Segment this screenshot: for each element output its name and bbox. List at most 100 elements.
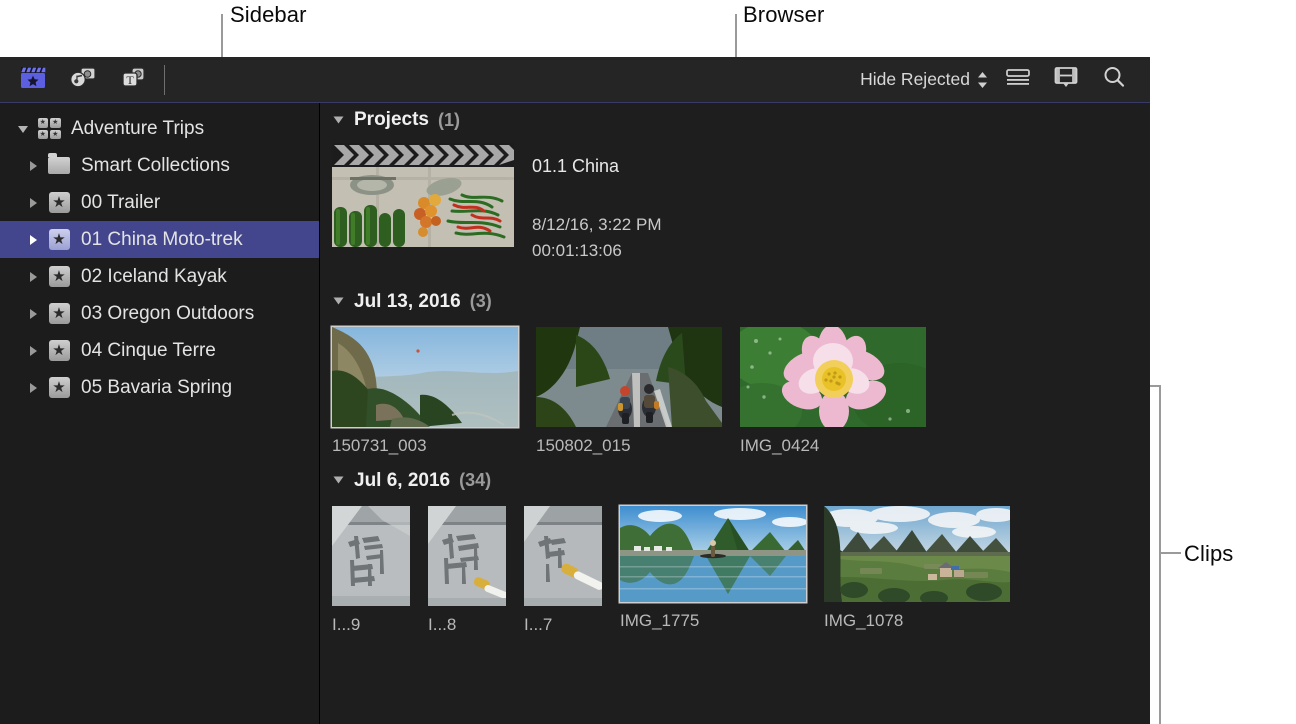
disclosure-triangle-open-icon[interactable] <box>332 294 345 309</box>
sidebar-item-05-bavaria-spring[interactable]: ★ 05 Bavaria Spring <box>0 369 319 406</box>
disclosure-triangle-closed-icon[interactable] <box>20 196 46 210</box>
chevron-updown-icon <box>977 71 988 89</box>
sidebar-item-01-china-moto-trek[interactable]: ★ 01 China Moto-trek <box>0 221 319 258</box>
photos-audio-button[interactable] <box>58 62 108 98</box>
disclosure-triangle-closed-icon[interactable] <box>20 233 46 247</box>
callout-bracket-clips-tick <box>1161 552 1181 554</box>
search-icon <box>1102 65 1126 94</box>
event-star-icon: ★ <box>46 340 72 362</box>
svg-text:T: T <box>126 73 134 87</box>
folder-icon <box>46 155 72 177</box>
event-star-icon: ★ <box>46 303 72 325</box>
sidebar-item-label: 01 China Moto-trek <box>81 229 243 251</box>
project-duration: 00:01:13:06 <box>532 238 661 264</box>
callout-leader-browser <box>735 14 737 58</box>
clip-name: 150731_003 <box>332 436 518 456</box>
section-count: (1) <box>438 110 460 131</box>
clip-name: IMG_1775 <box>620 611 806 631</box>
clip-thumbnail[interactable] <box>740 327 926 427</box>
filmstrip-view-button[interactable] <box>1042 63 1090 97</box>
libraries-button[interactable] <box>8 62 58 98</box>
clip-name: IMG_0424 <box>740 436 926 456</box>
section-header-projects[interactable]: Projects (1) <box>320 109 1150 131</box>
clip-thumbnail[interactable] <box>824 506 1010 602</box>
callout-label-browser: Browser <box>743 2 824 28</box>
sidebar-item-label: 02 Iceland Kayak <box>81 266 227 288</box>
disclosure-triangle-closed-icon[interactable] <box>20 270 46 284</box>
clip-name: 150802_015 <box>536 436 722 456</box>
disclosure-triangle-closed-icon[interactable] <box>20 159 46 173</box>
disclosure-triangle-open-icon[interactable] <box>332 113 345 128</box>
filmstrip-view-icon <box>1053 66 1079 93</box>
event-star-icon: ★ <box>46 192 72 214</box>
project-thumbnail[interactable] <box>332 143 514 247</box>
disclosure-triangle-closed-icon[interactable] <box>20 381 46 395</box>
events-grid-icon: ★★★★ <box>36 118 62 140</box>
section-header-jul-6-2016[interactable]: Jul 6, 2016 (34) <box>320 470 1150 492</box>
section-count: (3) <box>470 291 492 312</box>
callout-label-clips: Clips <box>1184 541 1233 567</box>
sidebar-item-smart-collections[interactable]: Smart Collections <box>0 147 319 184</box>
clip-name: IMG_1078 <box>824 611 1010 631</box>
sidebar-item-label: 04 Cinque Terre <box>81 340 216 362</box>
browser-toolbar: T Hide Rejected <box>0 57 1150 103</box>
project-metadata: 01.1 China 8/12/16, 3:22 PM 00:01:13:06 <box>532 143 661 265</box>
section-header-jul-13-2016[interactable]: Jul 13, 2016 (3) <box>320 291 1150 313</box>
sidebar-item-label: Smart Collections <box>81 155 230 177</box>
project-date: 8/12/16, 3:22 PM <box>532 212 661 238</box>
clip-item[interactable]: IMG_1078 <box>824 506 1010 631</box>
event-star-icon: ★ <box>46 229 72 251</box>
photos-audio-icon <box>68 63 98 96</box>
sidebar: ★★★★ Adventure Trips Smart Collections ★… <box>0 103 320 724</box>
titles-generators-button[interactable]: T <box>108 62 158 98</box>
section-count: (34) <box>459 470 491 491</box>
clip-thumbnail[interactable] <box>620 506 806 602</box>
toolbar-divider <box>164 65 165 95</box>
disclosure-triangle-closed-icon[interactable] <box>20 344 46 358</box>
clip-thumbnail[interactable] <box>332 327 518 427</box>
sidebar-item-label: 00 Trailer <box>81 192 160 214</box>
filter-popup-button[interactable]: Hide Rejected <box>852 67 994 92</box>
callout-bracket-clips-vertical <box>1159 385 1161 724</box>
clip-thumbnail[interactable] <box>332 506 410 606</box>
sidebar-item-label: Adventure Trips <box>71 118 204 140</box>
sidebar-item-02-iceland-kayak[interactable]: ★ 02 Iceland Kayak <box>0 258 319 295</box>
section-title: Jul 13, 2016 <box>354 291 461 313</box>
sidebar-item-03-oregon-outdoors[interactable]: ★ 03 Oregon Outdoors <box>0 295 319 332</box>
clip-item[interactable]: IMG_1775 <box>620 506 806 631</box>
sidebar-item-00-trailer[interactable]: ★ 00 Trailer <box>0 184 319 221</box>
clip-thumbnail[interactable] <box>428 506 506 606</box>
clip-item[interactable]: 150802_015 <box>536 327 722 456</box>
list-view-button[interactable] <box>994 63 1042 97</box>
clip-item[interactable]: I...7 <box>524 506 602 635</box>
disclosure-triangle-open-icon[interactable] <box>10 122 36 136</box>
event-star-icon: ★ <box>46 266 72 288</box>
disclosure-triangle-closed-icon[interactable] <box>20 307 46 321</box>
project-poster-frame <box>332 167 514 247</box>
project-row[interactable]: 01.1 China 8/12/16, 3:22 PM 00:01:13:06 <box>320 131 1150 265</box>
filmstrip-header <box>332 143 514 167</box>
disclosure-triangle-open-icon[interactable] <box>332 473 345 488</box>
sidebar-item-04-cinque-terre[interactable]: ★ 04 Cinque Terre <box>0 332 319 369</box>
section-title: Projects <box>354 109 429 131</box>
sidebar-item-label: 03 Oregon Outdoors <box>81 303 254 325</box>
final-cut-pro-window: T Hide Rejected <box>0 57 1150 724</box>
browser[interactable]: Projects (1) <box>320 103 1150 724</box>
sidebar-item-adventure-trips[interactable]: ★★★★ Adventure Trips <box>0 110 319 147</box>
sidebar-item-label: 05 Bavaria Spring <box>81 377 232 399</box>
clip-grid-jul-6: I...9 <box>320 492 1150 635</box>
clip-name: I...8 <box>428 615 506 635</box>
film-slate-star-icon <box>18 63 48 96</box>
clip-item[interactable]: I...8 <box>428 506 506 635</box>
list-view-icon <box>1005 67 1031 92</box>
clip-thumbnail[interactable] <box>536 327 722 427</box>
clip-name: I...7 <box>524 615 602 635</box>
clip-item[interactable]: 150731_003 <box>332 327 518 456</box>
clip-item[interactable]: I...9 <box>332 506 410 635</box>
search-button[interactable] <box>1090 63 1138 97</box>
event-star-icon: ★ <box>46 377 72 399</box>
clip-item[interactable]: IMG_0424 <box>740 327 926 456</box>
clip-grid-jul-13: 150731_003 <box>320 313 1150 456</box>
clip-thumbnail[interactable] <box>524 506 602 606</box>
app-body: ★★★★ Adventure Trips Smart Collections ★… <box>0 103 1150 724</box>
